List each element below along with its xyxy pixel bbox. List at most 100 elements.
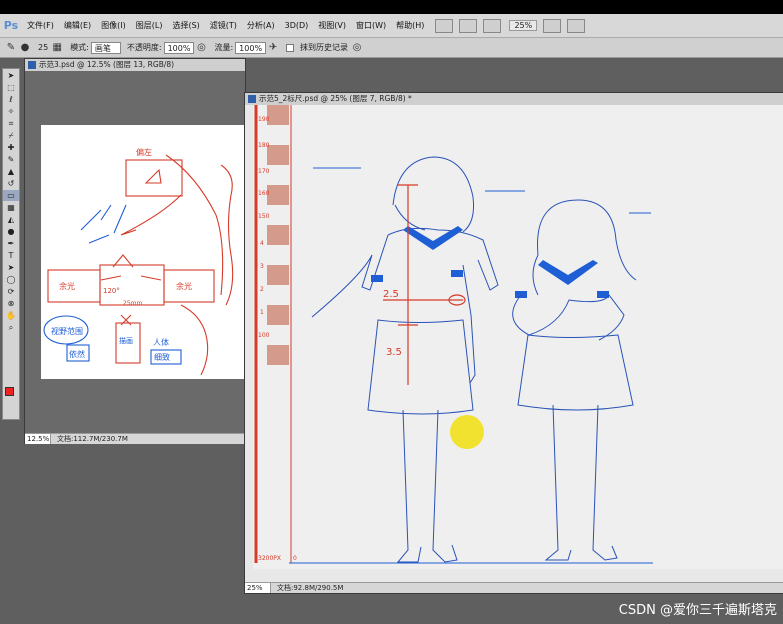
menu-view[interactable]: 视图(V) [313, 20, 351, 31]
sketch-notes: 偏左 120° 25mm 余光 余光 视野范围 依然 人体 细致 描画 [43, 147, 234, 376]
history-brush-icon[interactable]: ↺ [3, 178, 19, 189]
path-select-icon[interactable]: ➤ [3, 262, 19, 273]
menu-image[interactable]: 图像(I) [96, 20, 131, 31]
note-left: 余光 [59, 281, 75, 291]
brush-preset-icon[interactable]: ● [18, 41, 32, 55]
ruler-blocks [267, 105, 289, 365]
ruler-label: 170 [258, 168, 270, 175]
zoom-tool-icon[interactable]: ⌕ [3, 322, 19, 333]
gradient-tool-icon[interactable]: ▦ [3, 202, 19, 213]
character-sheet: 190 180 170 160 150 4 3 2 1 100 3200PX 0 [254, 105, 653, 564]
document-tab-1[interactable]: 示范3.psd @ 12.5% (图层 13, RGB/8) [25, 59, 245, 71]
menu-edit[interactable]: 编辑(E) [59, 20, 96, 31]
canvas-2[interactable]: 190 180 170 160 150 4 3 2 1 100 3200PX 0 [253, 105, 783, 569]
note-draw: 描画 [119, 336, 133, 345]
eraser-tool-icon[interactable]: ▭ [3, 190, 19, 201]
ruler-label: 3 [260, 263, 264, 270]
blur-tool-icon[interactable]: ◭ [3, 214, 19, 225]
zoom-field-2[interactable]: 25% [245, 583, 271, 593]
watermark: CSDN @爱你三千遍斯塔克 [618, 603, 777, 618]
foreground-color-swatch[interactable] [5, 387, 14, 396]
crop-tool-icon[interactable]: ⌗ [3, 118, 19, 129]
document-window-1: 示范3.psd @ 12.5% (图层 13, RGB/8) 偏左 120° 2… [24, 58, 246, 444]
pen-tool-icon[interactable]: ✒ [3, 238, 19, 249]
flow-field[interactable]: 100% [235, 41, 267, 54]
mode-label: 模式: [70, 43, 89, 52]
measure-label-1: 2.5 [383, 289, 399, 300]
menu-layer[interactable]: 图层(L) [131, 20, 168, 31]
erase-to-history-label: 抹到历史记录 [300, 43, 349, 52]
ruler-label: 100 [258, 332, 270, 339]
marquee-tool-icon[interactable]: ⬚ [3, 82, 19, 93]
eyedropper-tool-icon[interactable]: ⌿ [3, 130, 19, 141]
ruler-label: 180 [258, 142, 270, 149]
opacity-field[interactable]: 100% [163, 41, 195, 54]
bridge-button[interactable] [435, 18, 454, 33]
zoom-dropdown[interactable]: 25% [509, 20, 538, 31]
ruler-label: 190 [258, 116, 270, 123]
menu-3d[interactable]: 3D(D) [280, 21, 314, 30]
menu-help[interactable]: 帮助(H) [391, 20, 429, 31]
measure-label-2: 3.5 [386, 347, 402, 358]
ruler-base-label: 3200PX [258, 555, 281, 562]
ruler-label: 2 [260, 286, 264, 293]
menu-analysis[interactable]: 分析(A) [242, 20, 280, 31]
3d-rotate-icon[interactable]: ⟳ [3, 286, 19, 297]
dodge-tool-icon[interactable]: ● [3, 226, 19, 237]
document-title-1: 示范3.psd @ 12.5% (图层 13, RGB/8) [39, 60, 175, 69]
brush-tool-icon[interactable]: ✎ [3, 154, 19, 165]
healing-tool-icon[interactable]: ✚ [3, 142, 19, 153]
pressure-opacity-icon[interactable]: ◎ [194, 41, 208, 55]
mini-bridge-button[interactable] [459, 18, 478, 33]
status-bar-1: 12.5% 文档:112.7M/230.7M [25, 433, 245, 444]
note-body: 人体 [153, 337, 169, 347]
title-bar [0, 0, 783, 14]
opacity-label: 不透明度: [126, 43, 162, 52]
document-icon [28, 61, 36, 69]
menu-select[interactable]: 选择(S) [167, 20, 204, 31]
move-tool-icon[interactable]: ➤ [3, 70, 19, 81]
document-window-2: 示范5_2标尺.psd @ 25% (图层 7, RGB/8) * 190 18… [244, 92, 783, 594]
ruler-zero-label: 0 [293, 555, 297, 562]
canvas-1[interactable]: 偏左 120° 25mm 余光 余光 视野范围 依然 人体 细致 描画 [41, 125, 245, 379]
note-right: 余光 [176, 281, 192, 291]
lasso-tool-icon[interactable]: ℓ [3, 94, 19, 105]
airbrush-icon[interactable]: ✈ [266, 41, 280, 55]
quick-select-tool-icon[interactable]: ✧ [3, 106, 19, 117]
brush-panel-icon[interactable]: ▦ [50, 41, 64, 55]
status-bar-2: 25% 文档:92.8M/290.5M [245, 582, 783, 593]
menu-file[interactable]: 文件(F) [22, 20, 59, 31]
ruler-label: 1 [260, 309, 264, 316]
ruler-label: 150 [258, 213, 270, 220]
document-title-2: 示范5_2标尺.psd @ 25% (图层 7, RGB/8) * [259, 94, 412, 103]
mode-select[interactable]: 画笔 [90, 41, 121, 54]
note-dist: 25mm [123, 300, 142, 307]
stamp-tool-icon[interactable]: ▲ [3, 166, 19, 177]
arrange-documents-button[interactable] [543, 18, 562, 33]
ruler-label: 4 [260, 240, 264, 247]
3d-camera-icon[interactable]: ⊗ [3, 298, 19, 309]
document-tab-2[interactable]: 示范5_2标尺.psd @ 25% (图层 7, RGB/8) * [245, 93, 783, 105]
pressure-size-icon[interactable]: ◎ [350, 41, 364, 55]
note-angle: 120° [103, 287, 120, 295]
ruler-label: 160 [258, 190, 270, 197]
view-extras-button[interactable] [483, 18, 502, 33]
type-tool-icon[interactable]: T [3, 250, 19, 261]
hand-tool-icon[interactable]: ✋ [3, 310, 19, 321]
note-detail: 细致 [154, 352, 170, 362]
note-box1: 视野范围 [51, 326, 83, 336]
erase-to-history-checkbox[interactable] [286, 43, 295, 52]
menu-window[interactable]: 窗口(W) [351, 20, 391, 31]
figure-right [512, 199, 637, 561]
note-wall: 偏左 [136, 147, 152, 157]
menu-filter[interactable]: 滤镜(T) [205, 20, 242, 31]
cursor-highlight [450, 415, 484, 449]
menu-bar: Ps 文件(F) 编辑(E) 图像(I) 图层(L) 选择(S) 滤镜(T) 分… [0, 14, 783, 38]
shape-tool-icon[interactable]: ◯ [3, 274, 19, 285]
figure-left [311, 156, 499, 563]
flow-label: 流量: [214, 43, 234, 52]
brush-tool-icon[interactable]: ✎ [4, 41, 18, 55]
zoom-field-1[interactable]: 12.5% [25, 434, 51, 444]
photoshop-logo: Ps [3, 19, 19, 32]
screen-mode-button[interactable] [567, 18, 586, 33]
